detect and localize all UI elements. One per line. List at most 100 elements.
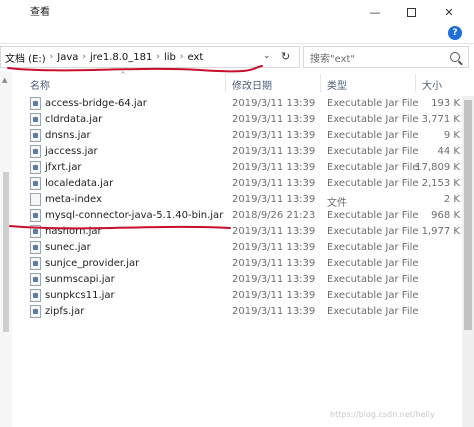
column-divider[interactable] — [415, 74, 416, 92]
address-bar[interactable]: 文档 (E:) › Java › jre1.8.0_181 › lib › ex… — [0, 46, 300, 68]
file-row[interactable]: jfxrt.jar 2019/3/11 13:39 Executable Jar… — [20, 160, 460, 176]
file-row[interactable]: jaccess.jar 2019/3/11 13:39 Executable J… — [20, 144, 460, 160]
close-button[interactable]: ✕ — [434, 0, 464, 24]
file-type: Executable Jar File — [327, 306, 419, 317]
jar-file-icon — [30, 145, 41, 158]
watermark: https://blog.csdn.net/heliy — [330, 410, 435, 419]
search-input[interactable]: 搜索"ext" — [303, 46, 469, 68]
file-name: sunpkcs11.jar — [45, 290, 115, 301]
file-name: access-bridge-64.jar — [45, 98, 147, 109]
file-name: dnsns.jar — [45, 130, 91, 141]
file-date: 2019/3/11 13:39 — [232, 242, 316, 253]
file-date: 2019/3/11 13:39 — [232, 162, 316, 173]
minimize-icon: — — [369, 5, 381, 19]
file-date: 2019/3/11 13:39 — [232, 146, 316, 157]
file-type: Executable Jar File — [327, 258, 419, 269]
file-row[interactable]: dnsns.jar 2019/3/11 13:39 Executable Jar… — [20, 128, 460, 144]
maximize-button[interactable] — [396, 0, 426, 24]
breadcrumb-jre[interactable]: jre1.8.0_181 — [90, 52, 152, 63]
jar-file-icon — [30, 177, 41, 190]
navigation-pane[interactable]: ▲ — [0, 72, 12, 427]
search-icon[interactable] — [450, 52, 460, 62]
column-divider[interactable] — [225, 74, 226, 92]
jar-file-icon — [30, 273, 41, 286]
file-date: 2019/3/11 13:39 — [232, 306, 316, 317]
file-size: 44 K — [437, 146, 460, 157]
file-date: 2019/3/11 13:39 — [232, 98, 316, 109]
jar-file-icon — [30, 113, 41, 126]
file-date: 2019/3/11 13:39 — [232, 274, 316, 285]
ribbon — [0, 24, 474, 44]
jar-file-icon — [30, 225, 41, 238]
file-type: 文件 — [327, 198, 347, 209]
menu-view[interactable]: 查看 — [30, 3, 50, 18]
scroll-up-icon[interactable]: ▲ — [2, 76, 7, 84]
jar-file-icon — [30, 289, 41, 302]
minimize-button[interactable]: — — [360, 0, 390, 24]
file-icon — [30, 193, 41, 206]
breadcrumb-ext[interactable]: ext — [188, 52, 204, 63]
file-size: 193 K — [431, 98, 460, 109]
file-date: 2019/3/11 13:39 — [232, 130, 316, 141]
file-date: 2018/9/26 21:23 — [232, 210, 316, 221]
file-name: jaccess.jar — [45, 146, 98, 157]
help-button[interactable]: ? — [448, 26, 462, 40]
file-name: localedata.jar — [45, 178, 114, 189]
file-row-highlighted[interactable]: mysql-connector-java-5.1.40-bin.jar 2018… — [20, 208, 460, 224]
file-row[interactable]: meta-index 2019/3/11 13:39 文件 2 K — [20, 192, 460, 209]
file-date: 2019/3/11 13:39 — [232, 290, 316, 301]
breadcrumb-lib[interactable]: lib — [164, 52, 176, 63]
column-header-name[interactable]: 名称 — [30, 77, 50, 92]
jar-file-icon — [30, 209, 41, 222]
jar-file-icon — [30, 257, 41, 270]
file-row[interactable]: localedata.jar 2019/3/11 13:39 Executabl… — [20, 176, 460, 192]
jar-file-icon — [30, 97, 41, 110]
sort-ascending-icon: ^ — [120, 71, 126, 79]
chevron-right-icon[interactable]: › — [82, 52, 86, 62]
file-row[interactable]: sunpkcs11.jar 2019/3/11 13:39 Executable… — [20, 288, 460, 304]
column-header-type[interactable]: 类型 — [327, 77, 347, 92]
column-header-date[interactable]: 修改日期 — [232, 77, 272, 92]
jar-file-icon — [30, 241, 41, 254]
breadcrumb-drive[interactable]: 文档 (E:) — [5, 50, 46, 65]
file-row[interactable]: sunmscapi.jar 2019/3/11 13:39 Executable… — [20, 272, 460, 288]
scrollbar-thumb[interactable] — [464, 100, 472, 330]
file-size: 968 K — [431, 210, 460, 221]
file-list-scrollbar[interactable] — [462, 96, 474, 427]
file-size: 9 K — [443, 130, 460, 141]
file-name: mysql-connector-java-5.1.40-bin.jar — [45, 210, 224, 221]
file-type: Executable Jar File — [327, 242, 419, 253]
file-row[interactable]: sunec.jar 2019/3/11 13:39 Executable Jar… — [20, 240, 460, 256]
file-row[interactable]: zipfs.jar 2019/3/11 13:39 Executable Jar… — [20, 304, 460, 320]
file-name: nashorn.jar — [45, 226, 102, 237]
file-row[interactable]: sunjce_provider.jar 2019/3/11 13:39 Exec… — [20, 256, 460, 272]
file-name: sunec.jar — [45, 242, 91, 253]
file-row[interactable]: access-bridge-64.jar 2019/3/11 13:39 Exe… — [20, 96, 460, 112]
breadcrumb-java[interactable]: Java — [57, 52, 78, 63]
column-header-row: ^ 名称 修改日期 类型 大小 — [20, 71, 474, 94]
chevron-right-icon[interactable]: › — [180, 52, 184, 62]
file-date: 2019/3/11 13:39 — [232, 114, 316, 125]
file-name: jfxrt.jar — [45, 162, 82, 173]
file-row[interactable]: nashorn.jar 2019/3/11 13:39 Executable J… — [20, 224, 460, 240]
search-placeholder: 搜索"ext" — [310, 53, 356, 65]
file-size: 3,771 K — [421, 114, 460, 125]
jar-file-icon — [30, 161, 41, 174]
file-size: 2,153 K — [421, 178, 460, 189]
column-divider[interactable] — [320, 74, 321, 92]
chevron-right-icon[interactable]: › — [50, 52, 54, 62]
navigation-scrollbar-thumb[interactable] — [3, 172, 9, 332]
column-header-size[interactable]: 大小 — [422, 77, 442, 92]
file-size: 2 K — [443, 194, 460, 205]
title-bar: 查看 — ✕ — [0, 0, 474, 24]
file-name: zipfs.jar — [45, 306, 85, 317]
file-size: 17,809 K — [415, 162, 460, 173]
chevron-right-icon[interactable]: › — [156, 52, 160, 62]
address-dropdown-icon[interactable]: ⌄ — [263, 51, 271, 61]
file-name: sunjce_provider.jar — [45, 258, 140, 269]
refresh-icon[interactable]: ↻ — [281, 50, 290, 63]
file-row[interactable]: cldrdata.jar 2019/3/11 13:39 Executable … — [20, 112, 460, 128]
file-name: sunmscapi.jar — [45, 274, 115, 285]
file-date: 2019/3/11 13:39 — [232, 178, 316, 189]
file-type: Executable Jar File — [327, 274, 419, 285]
